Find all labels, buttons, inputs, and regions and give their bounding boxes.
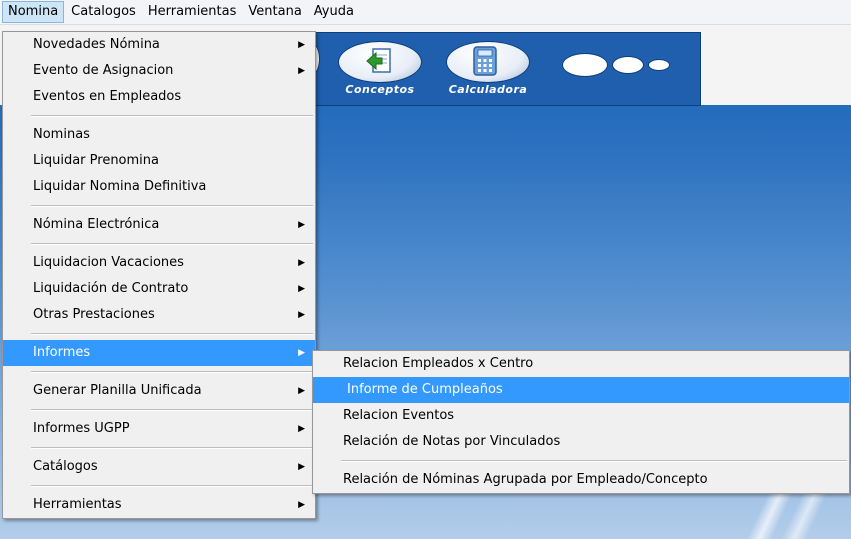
menu-separator: [31, 205, 313, 207]
menu-item-informe-cumpleanos[interactable]: Informe de Cumpleaños: [313, 377, 849, 403]
submenu-arrow-icon: ▶: [298, 348, 305, 358]
menu-item-label: Liquidar Nomina Definitiva: [33, 179, 207, 194]
menu-item-label: Liquidación de Contrato: [33, 281, 189, 296]
submenu-arrow-icon: ▶: [298, 424, 305, 434]
menu-item-label: Relación de Notas por Vinculados: [343, 434, 561, 449]
menu-item-label: Herramientas: [33, 497, 122, 512]
menu-item-catalogos[interactable]: Catálogos ▶: [3, 454, 315, 480]
menu-item-generar-planilla-unificada[interactable]: Generar Planilla Unificada ▶: [3, 378, 315, 404]
calculadora-label: Calculadora: [448, 83, 528, 96]
menu-item-label: Informes: [33, 345, 91, 360]
menu-item-herramientas[interactable]: Herramientas ▶: [3, 492, 315, 518]
nomina-menu: Novedades Nómina ▶ Evento de Asignacion …: [2, 31, 316, 519]
menu-item-evento-asignacion[interactable]: Evento de Asignacion ▶: [3, 58, 315, 84]
menu-separator: [31, 371, 313, 373]
calculadora-button[interactable]: Calculadora: [440, 39, 536, 99]
menu-item-label: Catálogos: [33, 459, 98, 474]
menu-item-informes-ugpp[interactable]: Informes UGPP ▶: [3, 416, 315, 442]
submenu-arrow-icon: ▶: [298, 500, 305, 510]
menu-item-label: Nominas: [33, 127, 90, 142]
menu-item-label: Nómina Electrónica: [33, 217, 160, 232]
menu-separator: [31, 115, 313, 117]
menu-item-label: Eventos en Empleados: [33, 89, 182, 104]
menu-item-relacion-notas-vinculados[interactable]: Relación de Notas por Vinculados: [313, 429, 849, 455]
menu-item-label: Informes UGPP: [33, 421, 130, 436]
menu-bar: Nomina Catalogos Herramientas Ventana Ay…: [0, 0, 851, 25]
submenu-arrow-icon: ▶: [298, 40, 305, 50]
menu-item-label: Liquidar Prenomina: [33, 153, 159, 168]
toolbar-oval-button[interactable]: [648, 59, 670, 71]
submenu-arrow-icon: ▶: [298, 220, 305, 230]
menu-separator: [31, 333, 313, 335]
submenu-arrow-icon: ▶: [298, 66, 305, 76]
menu-separator: [31, 243, 313, 245]
menu-nomina[interactable]: Nomina: [2, 1, 65, 23]
toolbar-oval-button[interactable]: [562, 53, 608, 77]
menu-item-label: Novedades Nómina: [33, 37, 160, 52]
submenu-arrow-icon: ▶: [298, 386, 305, 396]
informes-submenu: Relacion Empleados x Centro Informe de C…: [312, 350, 850, 494]
menu-item-liquidacion-contrato[interactable]: Liquidación de Contrato ▶: [3, 276, 315, 302]
menu-item-novedades-nomina[interactable]: Novedades Nómina ▶: [3, 32, 315, 58]
conceptos-label: Conceptos: [345, 83, 415, 96]
menu-item-label: Generar Planilla Unificada: [33, 383, 202, 398]
menu-item-relacion-empleados-centro[interactable]: Relacion Empleados x Centro: [313, 351, 849, 377]
menu-separator: [31, 485, 313, 487]
menu-item-eventos-empleados[interactable]: Eventos en Empleados: [3, 84, 315, 110]
conceptos-button[interactable]: Conceptos: [332, 39, 428, 99]
menu-item-label: Relacion Eventos: [343, 408, 455, 423]
menu-item-relacion-nominas-agrupada[interactable]: Relación de Nóminas Agrupada por Emplead…: [313, 467, 849, 493]
menu-item-liquidar-prenomina[interactable]: Liquidar Prenomina: [3, 148, 315, 174]
document-arrow-icon: [366, 48, 391, 73]
menu-ayuda[interactable]: Ayuda: [309, 1, 359, 23]
menu-herramientas[interactable]: Herramientas: [143, 1, 242, 23]
menu-item-label: Informe de Cumpleaños: [347, 382, 503, 397]
menu-item-label: Evento de Asignacion: [33, 63, 174, 78]
menu-separator: [31, 409, 313, 411]
menu-separator: [341, 460, 847, 462]
menu-item-label: Relación de Nóminas Agrupada por Emplead…: [343, 472, 708, 487]
menu-item-relacion-eventos[interactable]: Relacion Eventos: [313, 403, 849, 429]
menu-ventana[interactable]: Ventana: [243, 1, 306, 23]
menu-item-label: Relacion Empleados x Centro: [343, 356, 534, 371]
submenu-arrow-icon: ▶: [298, 310, 305, 320]
main-toolbar: Conceptos Calculadora: [304, 32, 701, 106]
menu-item-label: Otras Prestaciones: [33, 307, 155, 322]
menu-item-nominas[interactable]: Nominas: [3, 122, 315, 148]
submenu-arrow-icon: ▶: [298, 462, 305, 472]
menu-item-liquidacion-vacaciones[interactable]: Liquidacion Vacaciones ▶: [3, 250, 315, 276]
menu-item-nomina-electronica[interactable]: Nómina Electrónica ▶: [3, 212, 315, 238]
menu-item-otras-prestaciones[interactable]: Otras Prestaciones ▶: [3, 302, 315, 328]
calculator-icon: [473, 46, 497, 76]
menu-item-label: Liquidacion Vacaciones: [33, 255, 184, 270]
menu-separator: [31, 447, 313, 449]
menu-item-liquidar-nomina-definitiva[interactable]: Liquidar Nomina Definitiva: [3, 174, 315, 200]
toolbar-oval-button[interactable]: [612, 56, 644, 74]
submenu-arrow-icon: ▶: [298, 258, 305, 268]
menu-catalogos[interactable]: Catalogos: [66, 1, 141, 23]
submenu-arrow-icon: ▶: [298, 284, 305, 294]
menu-item-informes[interactable]: Informes ▶: [3, 340, 315, 366]
